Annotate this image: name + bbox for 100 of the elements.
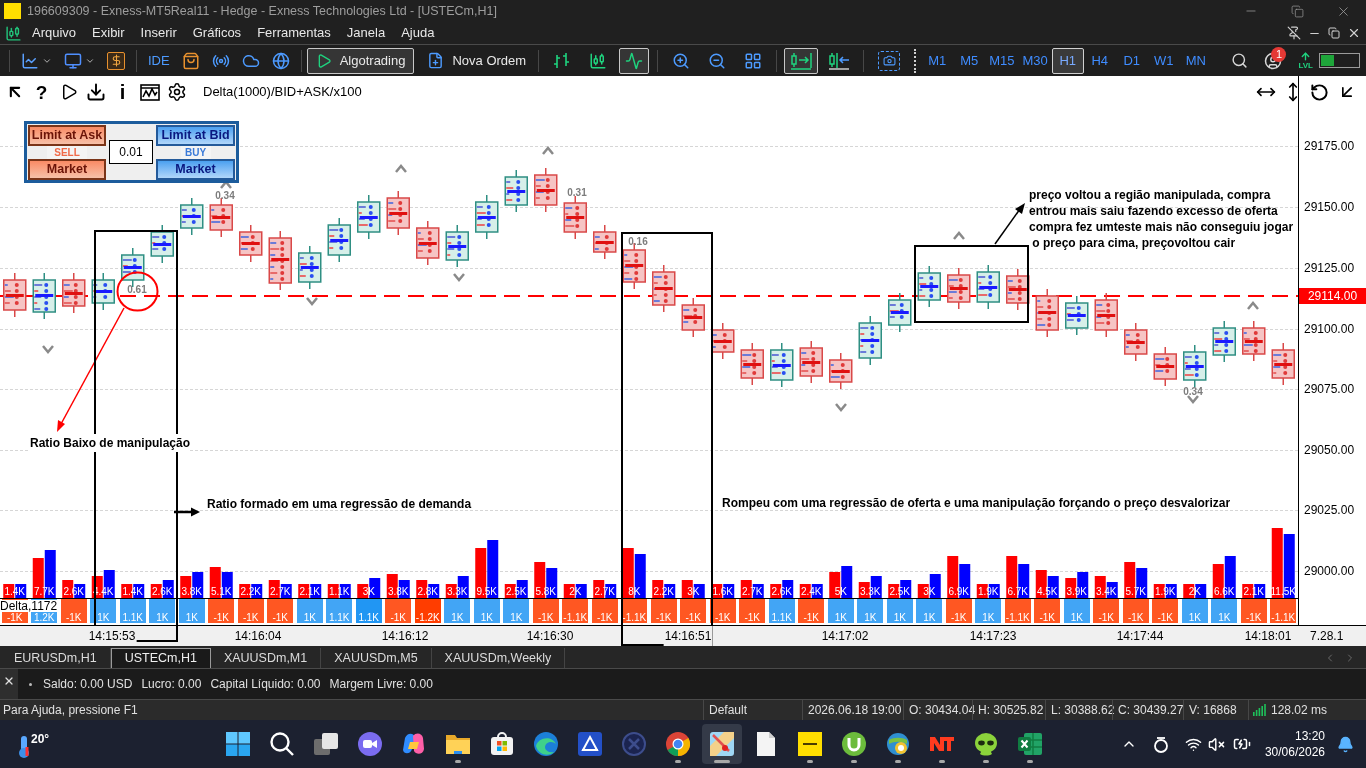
close-panel-button[interactable] [0, 669, 18, 699]
timeframe-button[interactable]: M1 [921, 47, 954, 74]
price-label: 29175.00 [1304, 139, 1355, 153]
monitor-icon [64, 51, 82, 70]
clock[interactable]: 13:20 30/06/2026 [1264, 728, 1325, 760]
auto-scroll-icon [828, 51, 851, 70]
delta-bar: -1K [1034, 599, 1061, 623]
sell-market-button[interactable]: Market [28, 158, 106, 180]
delta-bar: -1K [591, 599, 618, 623]
notification-badge: 1 [1271, 46, 1287, 62]
restore-icon[interactable] [1328, 27, 1340, 39]
dollar-icon [107, 51, 125, 70]
speaker-muted-icon[interactable] [1207, 735, 1225, 753]
ring-circle-icon [666, 732, 690, 756]
timeframe-button[interactable]: H1 [1051, 47, 1084, 74]
delta-bar: -1.1K [621, 599, 648, 623]
close-icon [3, 675, 15, 687]
timeframe-button[interactable]: W1 [1147, 47, 1180, 74]
new-order-button[interactable]: Nova Ordem [420, 47, 534, 74]
delta-bar: -1.1K [562, 599, 589, 623]
annotation-text: Ratio formado em uma regressão de demanda [207, 496, 472, 513]
algotrading-button[interactable]: Algotrading [306, 47, 415, 74]
pointer-arrow [993, 203, 1026, 246]
delta-bar: 1.1K [768, 599, 795, 623]
menu-item[interactable]: Exibir [84, 22, 133, 44]
menu-item[interactable]: Ajuda [393, 22, 443, 44]
candlestick-icon [589, 51, 608, 70]
timeframe-button[interactable]: D1 [1115, 47, 1148, 74]
weather-temperature: 20° [31, 731, 50, 748]
timeframe-button[interactable]: MN [1179, 47, 1212, 74]
account-summary-text: Saldo: 0.00 USD [43, 676, 133, 693]
buy-market-button[interactable]: Market [156, 158, 235, 180]
triangle-tile-icon [578, 732, 602, 756]
delta-bar: -1.2K [414, 599, 441, 623]
taskbar-app-button[interactable] [702, 724, 742, 764]
timeframe-button[interactable]: M5 [953, 47, 986, 74]
price-label: 29100.00 [1304, 322, 1355, 336]
level-button[interactable]: LVL [1298, 51, 1313, 70]
unpin-icon[interactable] [1287, 26, 1301, 40]
delta-bar: 1K [916, 599, 943, 623]
grid-squares-icon [226, 732, 250, 756]
ohlc-bars-icon [553, 51, 572, 70]
zoom-in-icon [672, 51, 691, 70]
shopping-bag-icon [490, 732, 514, 756]
delta-bar: -1K [739, 599, 766, 623]
chart-shift-toggle[interactable] [784, 47, 819, 74]
delta-bar: -1.1K [1270, 599, 1297, 623]
delta-bar: 1K [1211, 599, 1238, 623]
logo-tile-icon [798, 732, 822, 756]
globe-icon [271, 51, 290, 70]
delta-bar: -1K [1093, 599, 1120, 623]
chart-type-toggle[interactable] [619, 47, 650, 74]
delta-bar: 1.1K [119, 599, 146, 623]
delta-bar: 1K [857, 599, 884, 623]
ide-button[interactable]: IDE [142, 47, 176, 74]
buy-limit-button[interactable]: Limit at Bid [156, 124, 235, 146]
callout-circle [116, 271, 159, 312]
close-icon[interactable] [1347, 26, 1361, 40]
help-button[interactable]: ? [28, 80, 55, 104]
indicator-name: Delta(1000)/BID+ASK/x100 [203, 83, 362, 102]
ratio-label: 0.31 [566, 187, 588, 199]
ring-icon[interactable] [1152, 735, 1169, 753]
spreadsheet-icon [1018, 732, 1042, 756]
signal-strength-icon [1253, 704, 1266, 716]
timeframe-button[interactable]: M15 [985, 47, 1019, 74]
annotation-text: Rompeu com uma regressão de oferta e uma manipulação forçando o preço desvalorizar [722, 495, 1231, 512]
delta-bar: -1K [208, 599, 235, 623]
folder-icon [446, 732, 470, 756]
account-summary-text: Capital Líquido: 0.00 [210, 676, 321, 693]
rotate-icon [1310, 82, 1329, 102]
time-label: 14:16:51 [663, 626, 713, 646]
delta-bar: 1K [444, 599, 471, 623]
camera-icon [878, 50, 901, 71]
sell-limit-button[interactable]: Limit at Ask [28, 124, 106, 146]
status-help-text: Para Ajuda, pressione F1 [2, 702, 139, 719]
window-title: 196609309 - Exness-MT5Real11 - Hedge - Exness Technologies Ltd - [USTECm,H1] [27, 2, 497, 20]
delta-bar: -1K [532, 599, 559, 623]
chart-shift-icon [790, 51, 813, 70]
price-label: 29025.00 [1304, 503, 1355, 517]
lot-size-field[interactable]: 0.01 [109, 140, 153, 164]
chart-tab[interactable]: USTECm,H1 [110, 648, 211, 668]
bell-icon[interactable] [1337, 735, 1354, 753]
document-icon [754, 732, 778, 756]
delta-bar: -1K [267, 599, 294, 623]
alien-icon [974, 732, 998, 756]
timeframe-button[interactable]: H4 [1083, 47, 1116, 74]
menu-item[interactable]: Inserir [132, 22, 185, 44]
info-button[interactable]: i [109, 80, 136, 104]
delta-bar: 1K [1063, 599, 1090, 623]
menu-item[interactable]: Janela [338, 22, 394, 44]
delta-bar: 1K [90, 599, 117, 623]
search-icon [270, 732, 294, 756]
overlapping-windows-icon [314, 732, 338, 756]
menu-item[interactable]: Gráficos [184, 22, 250, 44]
settings-icon [166, 82, 187, 102]
timeframe-button[interactable]: M30 [1018, 47, 1052, 74]
search-icon[interactable] [1231, 52, 1249, 69]
menu-item[interactable]: Arquivo [24, 22, 85, 44]
delta-bar: -1K [945, 599, 972, 623]
menu-item[interactable]: Ferramentas [249, 22, 339, 44]
